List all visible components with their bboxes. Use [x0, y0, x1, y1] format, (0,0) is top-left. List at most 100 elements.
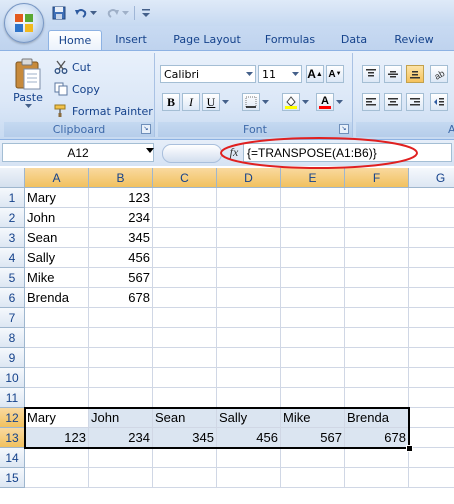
cell-D10[interactable]: [217, 368, 281, 388]
cell-E14[interactable]: [281, 448, 345, 468]
cell-C12[interactable]: Sean: [153, 408, 217, 428]
cell-F11[interactable]: [345, 388, 409, 408]
paste-button[interactable]: Paste: [8, 57, 48, 119]
row-header-4[interactable]: 4: [0, 248, 25, 268]
cell-E4[interactable]: [281, 248, 345, 268]
column-header-F[interactable]: F: [345, 168, 409, 188]
cell-G12[interactable]: [409, 408, 454, 428]
clipboard-launcher-icon[interactable]: ↘: [141, 124, 151, 134]
cell-F2[interactable]: [345, 208, 409, 228]
row-header-9[interactable]: 9: [0, 348, 25, 368]
worksheet-grid[interactable]: A B C D E F G 1 Mary 123 2 John 234 3 Sean 345 4 Sally 456…: [0, 168, 454, 504]
font-name-combo[interactable]: Calibri: [160, 65, 256, 83]
cell-C3[interactable]: [153, 228, 217, 248]
cell-F8[interactable]: [345, 328, 409, 348]
cell-G14[interactable]: [409, 448, 454, 468]
fill-handle[interactable]: [406, 445, 413, 452]
cell-F6[interactable]: [345, 288, 409, 308]
align-left-icon[interactable]: [362, 93, 380, 111]
cell-F14[interactable]: [345, 448, 409, 468]
cell-B5[interactable]: 567: [89, 268, 153, 288]
tab-home[interactable]: Home: [48, 30, 102, 52]
row-header-10[interactable]: 10: [0, 368, 25, 388]
cell-G10[interactable]: [409, 368, 454, 388]
cell-F5[interactable]: [345, 268, 409, 288]
cell-E8[interactable]: [281, 328, 345, 348]
row-header-13[interactable]: 13: [0, 428, 25, 448]
cell-A11[interactable]: [25, 388, 89, 408]
tab-insert[interactable]: Insert: [108, 30, 154, 50]
cell-D12[interactable]: Sally: [217, 408, 281, 428]
cell-C2[interactable]: [153, 208, 217, 228]
cell-F9[interactable]: [345, 348, 409, 368]
cell-B6[interactable]: 678: [89, 288, 153, 308]
cell-D13[interactable]: 456: [217, 428, 281, 448]
cell-D1[interactable]: [217, 188, 281, 208]
customize-icon[interactable]: [140, 4, 152, 22]
paste-dropdown-icon[interactable]: [24, 104, 32, 109]
format-painter-button[interactable]: Format Painter: [54, 102, 153, 120]
underline-dropdown-icon[interactable]: [221, 97, 229, 107]
align-middle-icon[interactable]: [384, 65, 402, 83]
cell-A5[interactable]: Mike: [25, 268, 89, 288]
cell-A14[interactable]: [25, 448, 89, 468]
column-header-B[interactable]: B: [89, 168, 153, 188]
cell-F15[interactable]: [345, 468, 409, 488]
name-box-dropdown-icon[interactable]: [146, 148, 154, 153]
cell-G13[interactable]: [409, 428, 454, 448]
cell-B3[interactable]: 345: [89, 228, 153, 248]
cell-A13[interactable]: 123: [25, 428, 89, 448]
cell-E3[interactable]: [281, 228, 345, 248]
cell-C14[interactable]: [153, 448, 217, 468]
cell-D7[interactable]: [217, 308, 281, 328]
cell-B1[interactable]: 123: [89, 188, 153, 208]
orientation-icon[interactable]: ab: [430, 65, 448, 83]
cell-E11[interactable]: [281, 388, 345, 408]
cell-G1[interactable]: [409, 188, 454, 208]
cell-E10[interactable]: [281, 368, 345, 388]
column-header-C[interactable]: C: [153, 168, 217, 188]
cell-E9[interactable]: [281, 348, 345, 368]
column-header-A[interactable]: A: [25, 168, 89, 188]
cell-B13[interactable]: 234: [89, 428, 153, 448]
fill-color-icon[interactable]: [282, 93, 300, 111]
cell-A2[interactable]: John: [25, 208, 89, 228]
row-header-15[interactable]: 15: [0, 468, 25, 488]
cell-E15[interactable]: [281, 468, 345, 488]
cell-G11[interactable]: [409, 388, 454, 408]
select-all-corner[interactable]: [0, 168, 25, 188]
formula-input[interactable]: {=TRANSPOSE(A1:B6)}: [243, 143, 452, 162]
cell-A15[interactable]: [25, 468, 89, 488]
cell-D3[interactable]: [217, 228, 281, 248]
cell-C1[interactable]: [153, 188, 217, 208]
tab-review[interactable]: Review: [386, 30, 442, 50]
cell-A9[interactable]: [25, 348, 89, 368]
formula-bar-splitter[interactable]: [162, 144, 222, 163]
align-center-icon[interactable]: [384, 93, 402, 111]
cell-A3[interactable]: Sean: [25, 228, 89, 248]
cell-B7[interactable]: [89, 308, 153, 328]
cell-D2[interactable]: [217, 208, 281, 228]
font-launcher-icon[interactable]: ↘: [339, 124, 349, 134]
cell-B11[interactable]: [89, 388, 153, 408]
italic-icon[interactable]: I: [182, 93, 200, 111]
cell-G8[interactable]: [409, 328, 454, 348]
borders-icon[interactable]: [242, 93, 260, 111]
cell-B4[interactable]: 456: [89, 248, 153, 268]
cell-D14[interactable]: [217, 448, 281, 468]
grow-font-icon[interactable]: A ▲: [306, 65, 324, 83]
row-header-2[interactable]: 2: [0, 208, 25, 228]
cell-C13[interactable]: 345: [153, 428, 217, 448]
cell-G3[interactable]: [409, 228, 454, 248]
cell-E1[interactable]: [281, 188, 345, 208]
cell-G6[interactable]: [409, 288, 454, 308]
font-size-dropdown-icon[interactable]: [289, 66, 301, 82]
row-header-11[interactable]: 11: [0, 388, 25, 408]
cell-D5[interactable]: [217, 268, 281, 288]
cut-button[interactable]: Cut: [54, 58, 91, 76]
cell-D6[interactable]: [217, 288, 281, 308]
align-top-icon[interactable]: [362, 65, 380, 83]
cell-D9[interactable]: [217, 348, 281, 368]
font-name-dropdown-icon[interactable]: [243, 66, 255, 82]
cell-G9[interactable]: [409, 348, 454, 368]
